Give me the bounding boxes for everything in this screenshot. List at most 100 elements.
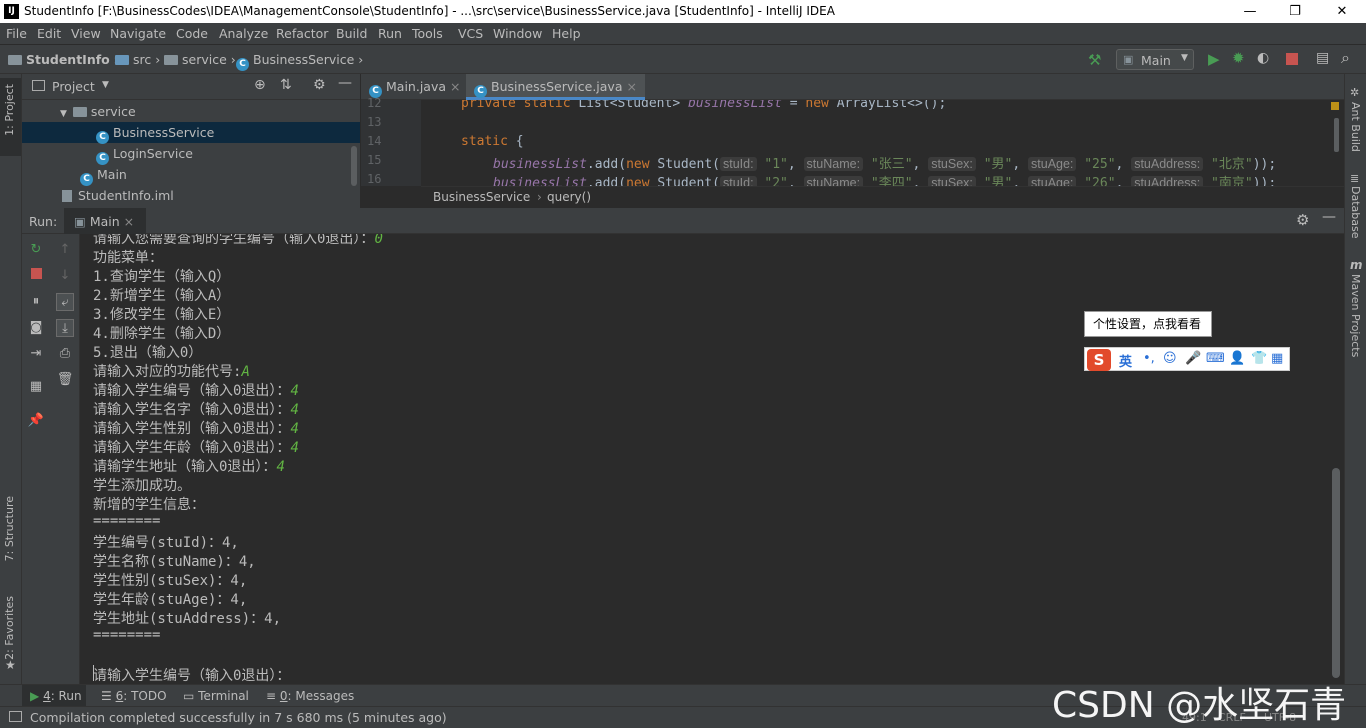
ime-language-toggle[interactable]: 英	[1119, 351, 1132, 370]
stop-icon[interactable]	[1286, 53, 1298, 65]
run-tab-main[interactable]: ▣ Main ×	[64, 208, 146, 234]
tree-item-businessservice[interactable]: C BusinessService	[96, 125, 214, 144]
gear-icon[interactable]: ⚙	[313, 77, 326, 93]
code-breadcrumb-class[interactable]: BusinessService	[433, 190, 530, 204]
grid-icon[interactable]: ▦	[1271, 351, 1283, 366]
console-text: 学生性别(stuSex)：4,	[93, 573, 248, 589]
punctuation-icon[interactable]: •,	[1143, 351, 1155, 366]
status-toggle-icon[interactable]	[9, 711, 22, 722]
menu-vcs[interactable]: VCS	[458, 26, 483, 41]
project-tool-tab[interactable]: 1: Project	[0, 78, 21, 156]
locate-icon[interactable]: ⊕	[254, 77, 266, 93]
arrow-up-icon[interactable]: ↑	[56, 241, 74, 259]
menu-edit[interactable]: Edit	[37, 26, 61, 41]
gear-icon[interactable]: ⚙	[1296, 211, 1309, 229]
line-number: 16	[367, 172, 382, 186]
skin-icon[interactable]: 👕	[1251, 351, 1267, 366]
camera-icon[interactable]: ◙	[27, 319, 45, 337]
chevron-down-icon[interactable]: ▼	[102, 80, 109, 90]
console-text: 学生编号(stuId)：4,	[93, 535, 239, 551]
exit-icon[interactable]: ⇥	[27, 345, 45, 363]
build-hammer-icon[interactable]: ⚒	[1088, 51, 1101, 69]
menu-run[interactable]: Run	[378, 26, 402, 41]
trash-icon[interactable]: 🗑	[56, 371, 74, 389]
breadcrumb-file[interactable]: C BusinessService ›	[236, 52, 363, 71]
microphone-icon[interactable]: 🎤	[1185, 351, 1201, 366]
menu-view[interactable]: View	[71, 26, 101, 41]
console-scrollbar[interactable]	[1332, 468, 1340, 678]
menu-window[interactable]: Window	[493, 26, 542, 41]
menu-build[interactable]: Build	[336, 26, 367, 41]
structure-tool-tab[interactable]: 7: Structure	[3, 496, 16, 561]
collapse-all-icon[interactable]: ⇅	[280, 77, 292, 93]
emoji-icon[interactable]: ☺	[1163, 351, 1177, 366]
close-tab-icon[interactable]: ×	[626, 79, 636, 94]
code-line-14: static {	[461, 134, 524, 149]
title-bar: IJ StudentInfo [F:\BusinessCodes\IDEA\Ma…	[0, 0, 1366, 23]
tree-item-loginservice[interactable]: C LoginService	[96, 146, 193, 165]
console-user-input: 4	[290, 421, 299, 437]
menu-file[interactable]: File	[6, 26, 27, 41]
favorites-tool-tab[interactable]: 2: Favorites	[3, 596, 16, 660]
tree-item-iml[interactable]: StudentInfo.iml	[62, 188, 174, 203]
menu-refactor[interactable]: Refactor	[276, 26, 328, 41]
database-tab[interactable]: Database	[1349, 186, 1362, 239]
scroll-to-end-icon[interactable]: ⤓	[56, 319, 74, 337]
tab-businessservice-java[interactable]: C BusinessService.java ×	[466, 74, 645, 100]
run-config-dropdown[interactable]: ▣ Main ▼	[1116, 49, 1194, 70]
user-icon[interactable]: 👤	[1229, 351, 1245, 366]
hide-panel-icon[interactable]: —	[338, 75, 352, 91]
maximize-button[interactable]: ❐	[1281, 2, 1309, 21]
print-icon[interactable]: ⎙	[56, 345, 74, 363]
maven-projects-tab[interactable]: Maven Projects	[1349, 274, 1362, 357]
breadcrumb-service[interactable]: service ›	[164, 52, 236, 67]
run-icon[interactable]: ▶	[1208, 50, 1220, 68]
warning-marker[interactable]	[1331, 102, 1339, 110]
pause-icon[interactable]: ⏸	[27, 293, 45, 311]
code-area[interactable]: private static List<Student> businessLis…	[421, 100, 1329, 186]
ant-build-tab[interactable]: Ant Build	[1349, 102, 1362, 152]
project-structure-icon[interactable]: ▤	[1316, 50, 1329, 66]
code-line-16: businessList.add(new Student(stuId: "2",…	[493, 172, 1276, 186]
menu-tools[interactable]: Tools	[412, 26, 443, 41]
pin-icon[interactable]: 📌	[27, 412, 45, 430]
coverage-icon[interactable]: ◐	[1257, 50, 1269, 66]
project-scrollbar[interactable]	[351, 146, 357, 186]
console-line: 5.退出（输入0）	[93, 342, 202, 362]
code-breadcrumb-method[interactable]: query()	[547, 190, 591, 204]
menu-code[interactable]: Code	[176, 26, 208, 41]
menu-analyze[interactable]: Analyze	[219, 26, 268, 41]
console-output[interactable]: 请输入您需要查询的学生编号（输入0退出）：0 功能菜单： 1.查询学生（输入Q） 2.…	[93, 234, 1337, 684]
sogou-logo-icon[interactable]: S	[1087, 349, 1111, 371]
search-icon[interactable]: ⌕	[1341, 48, 1350, 68]
arrow-down-icon[interactable]: ↓	[56, 267, 74, 285]
bottom-tab-terminal[interactable]: ▭ Terminal	[183, 689, 249, 703]
debug-icon[interactable]: ✹	[1232, 49, 1245, 67]
breadcrumb-src[interactable]: src ›	[115, 52, 160, 67]
minimize-button[interactable]: —	[1236, 2, 1264, 21]
project-panel-title: Project	[52, 79, 95, 94]
menu-navigate[interactable]: Navigate	[110, 26, 166, 41]
soft-wrap-icon[interactable]: ⤶	[56, 293, 74, 311]
stop-icon[interactable]	[27, 267, 45, 285]
bottom-tab-run[interactable]: ▶ 4: Run	[30, 689, 82, 703]
text-cursor	[93, 665, 94, 681]
folder-icon	[164, 55, 178, 65]
status-message: Compilation completed successfully in 7 …	[30, 710, 447, 725]
close-button[interactable]: ✕	[1328, 2, 1356, 21]
tree-item-service[interactable]: ▼ service	[60, 104, 136, 119]
close-tab-icon[interactable]: ×	[450, 79, 460, 94]
layout-icon[interactable]: ▦	[27, 378, 45, 396]
menu-help[interactable]: Help	[552, 26, 581, 41]
breadcrumb-project[interactable]: StudentInfo ›	[8, 52, 119, 67]
editor-scrollbar[interactable]	[1334, 118, 1339, 152]
close-tab-icon[interactable]: ×	[124, 214, 134, 229]
tree-item-main[interactable]: C Main	[80, 167, 127, 186]
project-view-icon	[32, 80, 45, 91]
hide-panel-icon[interactable]: —	[1322, 209, 1336, 225]
bottom-tab-messages[interactable]: ≡ 0: Messages	[266, 689, 354, 703]
rerun-icon[interactable]: ↻	[27, 241, 45, 259]
keyboard-icon[interactable]: ⌨	[1206, 351, 1225, 366]
console-user-input: 4	[276, 459, 285, 475]
bottom-tab-todo[interactable]: ☰ 6: TODO	[101, 689, 167, 703]
